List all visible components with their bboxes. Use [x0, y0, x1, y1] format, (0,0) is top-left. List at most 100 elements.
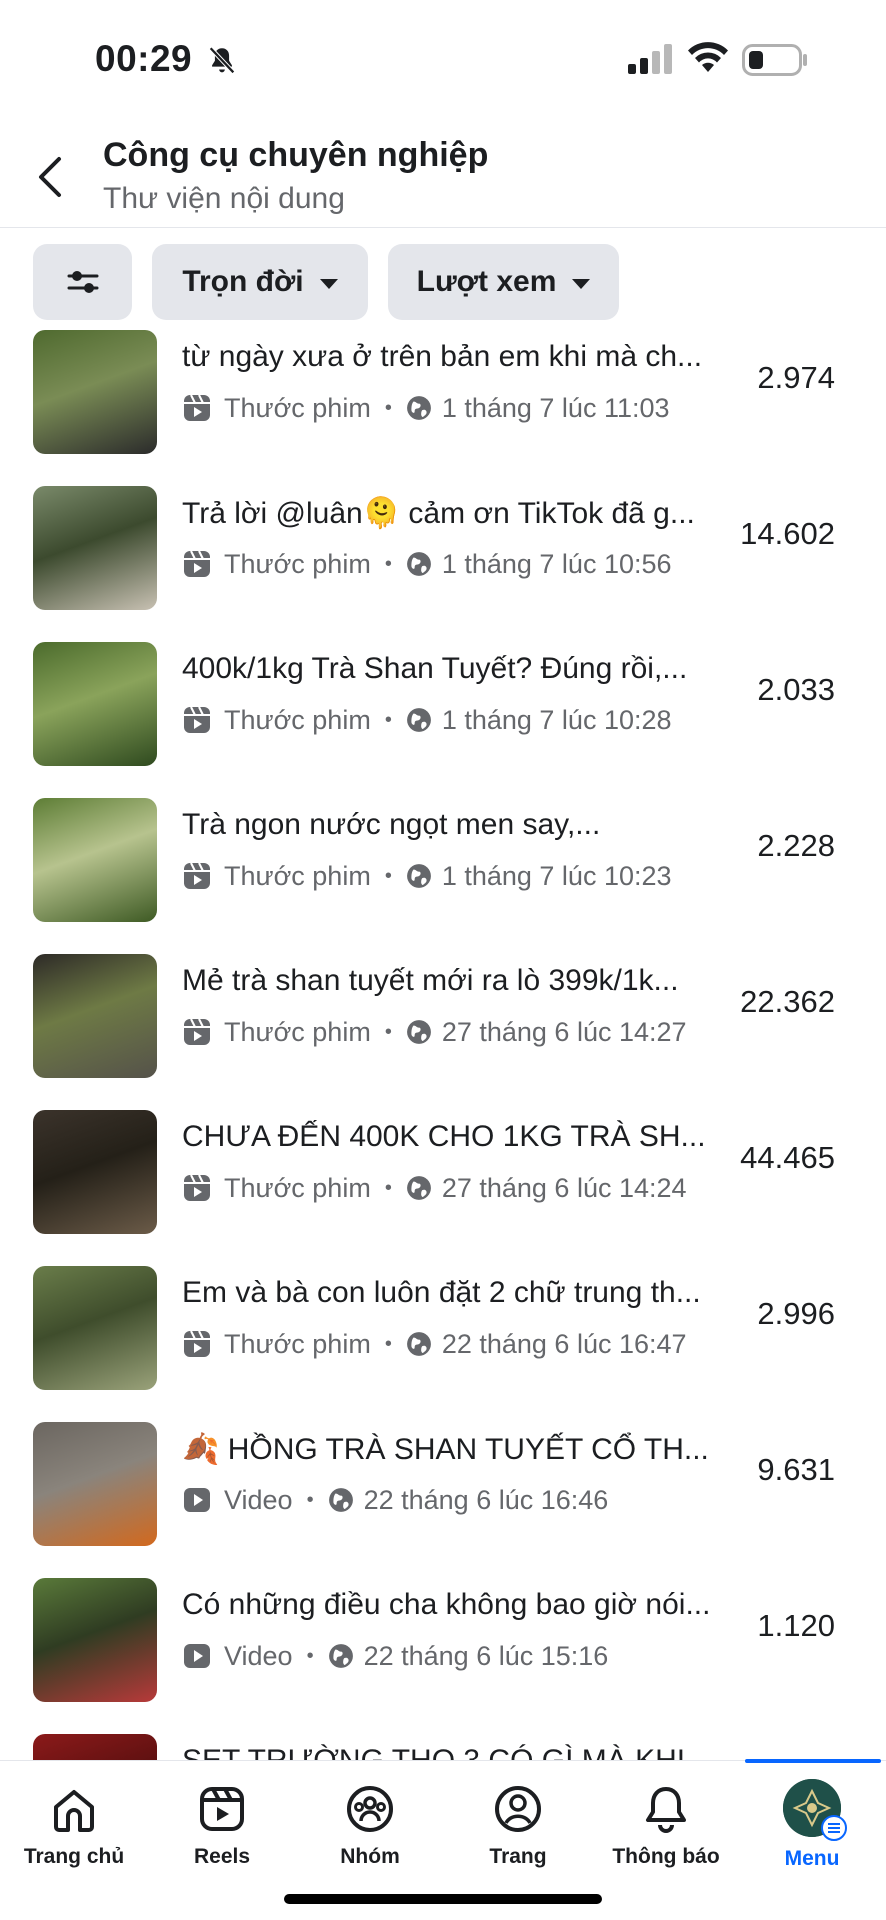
- home-icon: [54, 1790, 94, 1832]
- sort-dropdown-label: Lượt xem: [416, 265, 557, 298]
- content-row[interactable]: Trà ngon nước ngọt men say,... Thước phi…: [0, 792, 886, 948]
- content-meta: Thước phim • 1 tháng 7 lúc 11:03: [182, 388, 670, 428]
- content-date: 22 tháng 6 lúc 16:46: [363, 1484, 609, 1515]
- content-type-label: Video: [224, 1484, 293, 1515]
- content-meta: Video • 22 tháng 6 lúc 15:16: [182, 1636, 608, 1676]
- cellular-signal-icon: [628, 44, 672, 74]
- content-date: 22 tháng 6 lúc 16:47: [441, 1328, 687, 1359]
- content-title: Em và bà con luôn đặt 2 chữ trung th...: [182, 1276, 701, 1309]
- content-title: Trả lời @luân🫠 cảm ơn TikTok đã g...: [182, 497, 695, 530]
- separator-dot: •: [306, 1644, 314, 1667]
- content-meta: Thước phim • 27 tháng 6 lúc 14:24: [182, 1168, 687, 1208]
- filter-bar: Trọn đời Lượt xem: [0, 244, 886, 324]
- nav-home[interactable]: Trang chủ: [0, 1761, 148, 1881]
- content-meta: Thước phim • 1 tháng 7 lúc 10:28: [182, 700, 672, 740]
- separator-dot: •: [384, 1020, 392, 1043]
- separator-dot: •: [384, 552, 392, 575]
- nav-groups-label: Nhóm: [340, 1845, 400, 1868]
- globe-icon: [406, 1020, 431, 1044]
- content-meta: Video • 22 tháng 6 lúc 16:46: [182, 1480, 608, 1520]
- sort-dropdown[interactable]: Lượt xem: [388, 244, 619, 320]
- content-meta: Thước phim • 22 tháng 6 lúc 16:47: [182, 1324, 687, 1364]
- nav-page[interactable]: Trang: [444, 1761, 592, 1881]
- reels-icon: [184, 1174, 210, 1201]
- content-row[interactable]: từ ngày xưa ở trên bản em khi mà ch... T…: [0, 330, 886, 480]
- nav-notifications[interactable]: Thông báo: [592, 1761, 740, 1881]
- content-type-label: Thước phim: [224, 1172, 371, 1203]
- content-meta: Thước phim • 1 tháng 7 lúc 10:56: [182, 544, 672, 584]
- content-row[interactable]: 🍂 HỒNG TRÀ SHAN TUYẾT CỔ TH... Video • 2…: [0, 1416, 886, 1572]
- content-thumbnail[interactable]: [33, 1266, 157, 1390]
- nav-reels[interactable]: Reels: [148, 1761, 296, 1881]
- content-thumbnail[interactable]: [33, 954, 157, 1078]
- nav-menu-label: Menu: [784, 1847, 840, 1870]
- content-thumbnail[interactable]: [33, 1578, 157, 1702]
- content-type-label: Video: [224, 1640, 293, 1671]
- status-bar: 00:29: [0, 0, 886, 120]
- globe-icon: [328, 1488, 353, 1512]
- content-views: 2.996: [757, 1296, 835, 1331]
- back-button[interactable]: [30, 150, 70, 204]
- separator-dot: •: [384, 708, 392, 731]
- page-subtitle: Thư viện nội dung: [103, 182, 345, 215]
- caret-down-icon: [572, 279, 591, 289]
- content-row[interactable]: Trả lời @luân🫠 cảm ơn TikTok đã g... Thư…: [0, 480, 886, 636]
- content-views: 9.631: [757, 1452, 835, 1487]
- home-indicator: [284, 1894, 602, 1904]
- period-dropdown-label: Trọn đời: [182, 265, 304, 298]
- nav-home-label: Trang chủ: [23, 1845, 125, 1868]
- content-views: 1.120: [757, 1608, 835, 1643]
- content-row[interactable]: Có những điều cha không bao giờ nói... V…: [0, 1572, 886, 1728]
- globe-icon: [406, 708, 431, 732]
- content-row[interactable]: Em và bà con luôn đặt 2 chữ trung th... …: [0, 1260, 886, 1416]
- sliders-icon: [67, 271, 98, 293]
- content-list: từ ngày xưa ở trên bản em khi mà ch... T…: [0, 330, 886, 1760]
- content-type-label: Thước phim: [224, 548, 371, 579]
- content-views: 44.465: [740, 1140, 835, 1175]
- globe-icon: [406, 864, 431, 888]
- reels-icon: [184, 706, 210, 733]
- separator-dot: •: [384, 396, 392, 419]
- page-icon: [495, 1786, 541, 1832]
- content-title: SET TRƯỜNG THỌ 3 CÓ GÌ MÀ KHIẾN...: [182, 1744, 730, 1760]
- status-time: 00:29: [95, 38, 193, 79]
- video-icon: [184, 1644, 210, 1668]
- caret-down-icon: [319, 279, 338, 289]
- content-thumbnail[interactable]: [33, 1110, 157, 1234]
- nav-groups[interactable]: Nhóm: [296, 1761, 444, 1881]
- content-thumbnail[interactable]: [33, 798, 157, 922]
- globe-icon: [406, 552, 431, 576]
- content-row[interactable]: Mẻ trà shan tuyết mới ra lò 399k/1k... T…: [0, 948, 886, 1104]
- period-dropdown[interactable]: Trọn đời: [152, 244, 368, 320]
- content-row[interactable]: SET TRƯỜNG THỌ 3 CÓ GÌ MÀ KHIẾN... Video…: [0, 1728, 886, 1760]
- globe-icon: [406, 396, 431, 420]
- page-header: Công cụ chuyên nghiệp Thư viện nội dung: [0, 120, 886, 228]
- content-thumbnail[interactable]: [33, 642, 157, 766]
- nav-menu[interactable]: Menu: [738, 1761, 886, 1881]
- separator-dot: •: [384, 864, 392, 887]
- content-title: từ ngày xưa ở trên bản em khi mà ch...: [182, 340, 703, 373]
- video-icon: [184, 1488, 210, 1512]
- content-thumbnail[interactable]: [33, 330, 157, 454]
- bell-icon: [646, 1787, 686, 1833]
- content-type-label: Thước phim: [224, 1016, 371, 1047]
- filter-settings-button[interactable]: [33, 244, 132, 320]
- reels-icon: [184, 862, 210, 889]
- content-date: 22 tháng 6 lúc 15:16: [363, 1640, 609, 1671]
- separator-dot: •: [384, 1332, 392, 1355]
- bell-off-icon: [209, 46, 235, 74]
- content-type-label: Thước phim: [224, 392, 371, 423]
- content-row[interactable]: CHƯA ĐẾN 400K CHO 1KG TRÀ SH... Thước ph…: [0, 1104, 886, 1260]
- separator-dot: •: [306, 1488, 314, 1511]
- content-title: CHƯA ĐẾN 400K CHO 1KG TRÀ SH...: [182, 1120, 706, 1153]
- content-thumbnail[interactable]: [33, 486, 157, 610]
- content-type-label: Thước phim: [224, 860, 371, 891]
- nav-page-label: Trang: [489, 1845, 547, 1868]
- content-title: Có những điều cha không bao giờ nói...: [182, 1588, 711, 1621]
- reels-icon: [184, 1330, 210, 1357]
- content-row[interactable]: 400k/1kg Trà Shan Tuyết? Đúng rồi,... Th…: [0, 636, 886, 792]
- content-thumbnail[interactable]: [33, 1422, 157, 1546]
- content-thumbnail[interactable]: [33, 1734, 157, 1760]
- globe-icon: [328, 1644, 353, 1668]
- content-meta: Thước phim • 27 tháng 6 lúc 14:27: [182, 1012, 687, 1052]
